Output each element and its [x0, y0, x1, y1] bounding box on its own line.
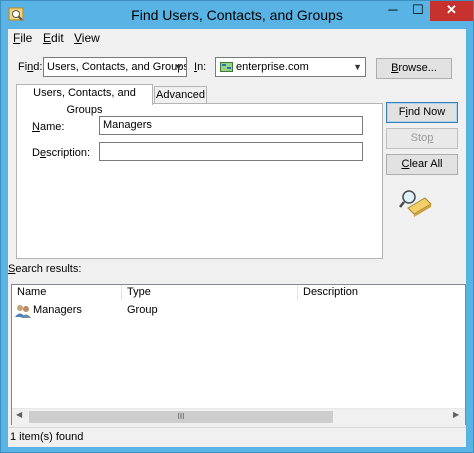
browse-button[interactable]: Browse...: [376, 58, 452, 79]
tab-panel: Name: Managers Description:: [16, 103, 383, 259]
description-field[interactable]: [99, 142, 363, 161]
find-label: Find:: [18, 61, 43, 73]
find-now-button[interactable]: Find Now: [386, 102, 458, 123]
magnifier-search-icon: [399, 190, 432, 217]
chevron-down-icon: ▼: [174, 62, 183, 72]
horizontal-scrollbar[interactable]: ◀ III ▶: [12, 408, 465, 425]
menu-file[interactable]: File: [13, 31, 32, 45]
clear-all-button[interactable]: Clear All: [386, 154, 458, 175]
scroll-left-arrow-icon[interactable]: ◀: [16, 410, 22, 419]
table-row[interactable]: Managers Group: [12, 302, 465, 319]
menu-view[interactable]: View: [74, 31, 100, 45]
stop-button: Stop: [386, 128, 458, 149]
menu-edit[interactable]: Edit: [43, 31, 64, 45]
group-icon: [15, 305, 31, 318]
column-header-description[interactable]: Description: [298, 285, 465, 301]
find-dialog-window: Find Users, Contacts, and Groups ─ ☐ ✕ F…: [0, 0, 474, 453]
chevron-down-icon: ▼: [353, 62, 362, 72]
column-header-name[interactable]: Name: [12, 285, 122, 301]
tab-users-contacts-groups[interactable]: Users, Contacts, and Groups: [16, 84, 153, 116]
search-results-list[interactable]: Name Type Description Managers Group ◀ I…: [11, 284, 466, 425]
in-label: In:: [194, 61, 207, 73]
result-type: Group: [127, 304, 158, 316]
name-field[interactable]: Managers: [99, 116, 363, 135]
find-type-select[interactable]: Users, Contacts, and Groups ▼: [43, 57, 187, 77]
title-bar[interactable]: Find Users, Contacts, and Groups ─ ☐ ✕: [1, 1, 473, 29]
minimize-button[interactable]: ─: [380, 1, 406, 21]
menu-bar: File Edit View: [8, 29, 466, 47]
scroll-right-arrow-icon[interactable]: ▶: [453, 410, 459, 419]
description-label: Description:: [32, 147, 91, 159]
in-domain-value: enterprise.com: [236, 61, 309, 73]
result-name: Managers: [33, 304, 82, 316]
column-header-type[interactable]: Type: [122, 285, 298, 301]
name-label: Name:: [32, 121, 65, 133]
domain-icon: [220, 62, 233, 72]
status-bar: 1 item(s) found: [8, 427, 466, 447]
scrollbar-thumb[interactable]: III: [29, 411, 333, 423]
search-results-label: Search results:: [8, 263, 82, 275]
dialog-client-area: File Edit View Find: Users, Contacts, an…: [8, 29, 466, 447]
find-type-value: Users, Contacts, and Groups: [47, 61, 187, 73]
in-domain-select[interactable]: enterprise.com ▼: [215, 57, 366, 77]
close-button[interactable]: ✕: [430, 1, 473, 21]
maximize-button[interactable]: ☐: [406, 1, 430, 21]
